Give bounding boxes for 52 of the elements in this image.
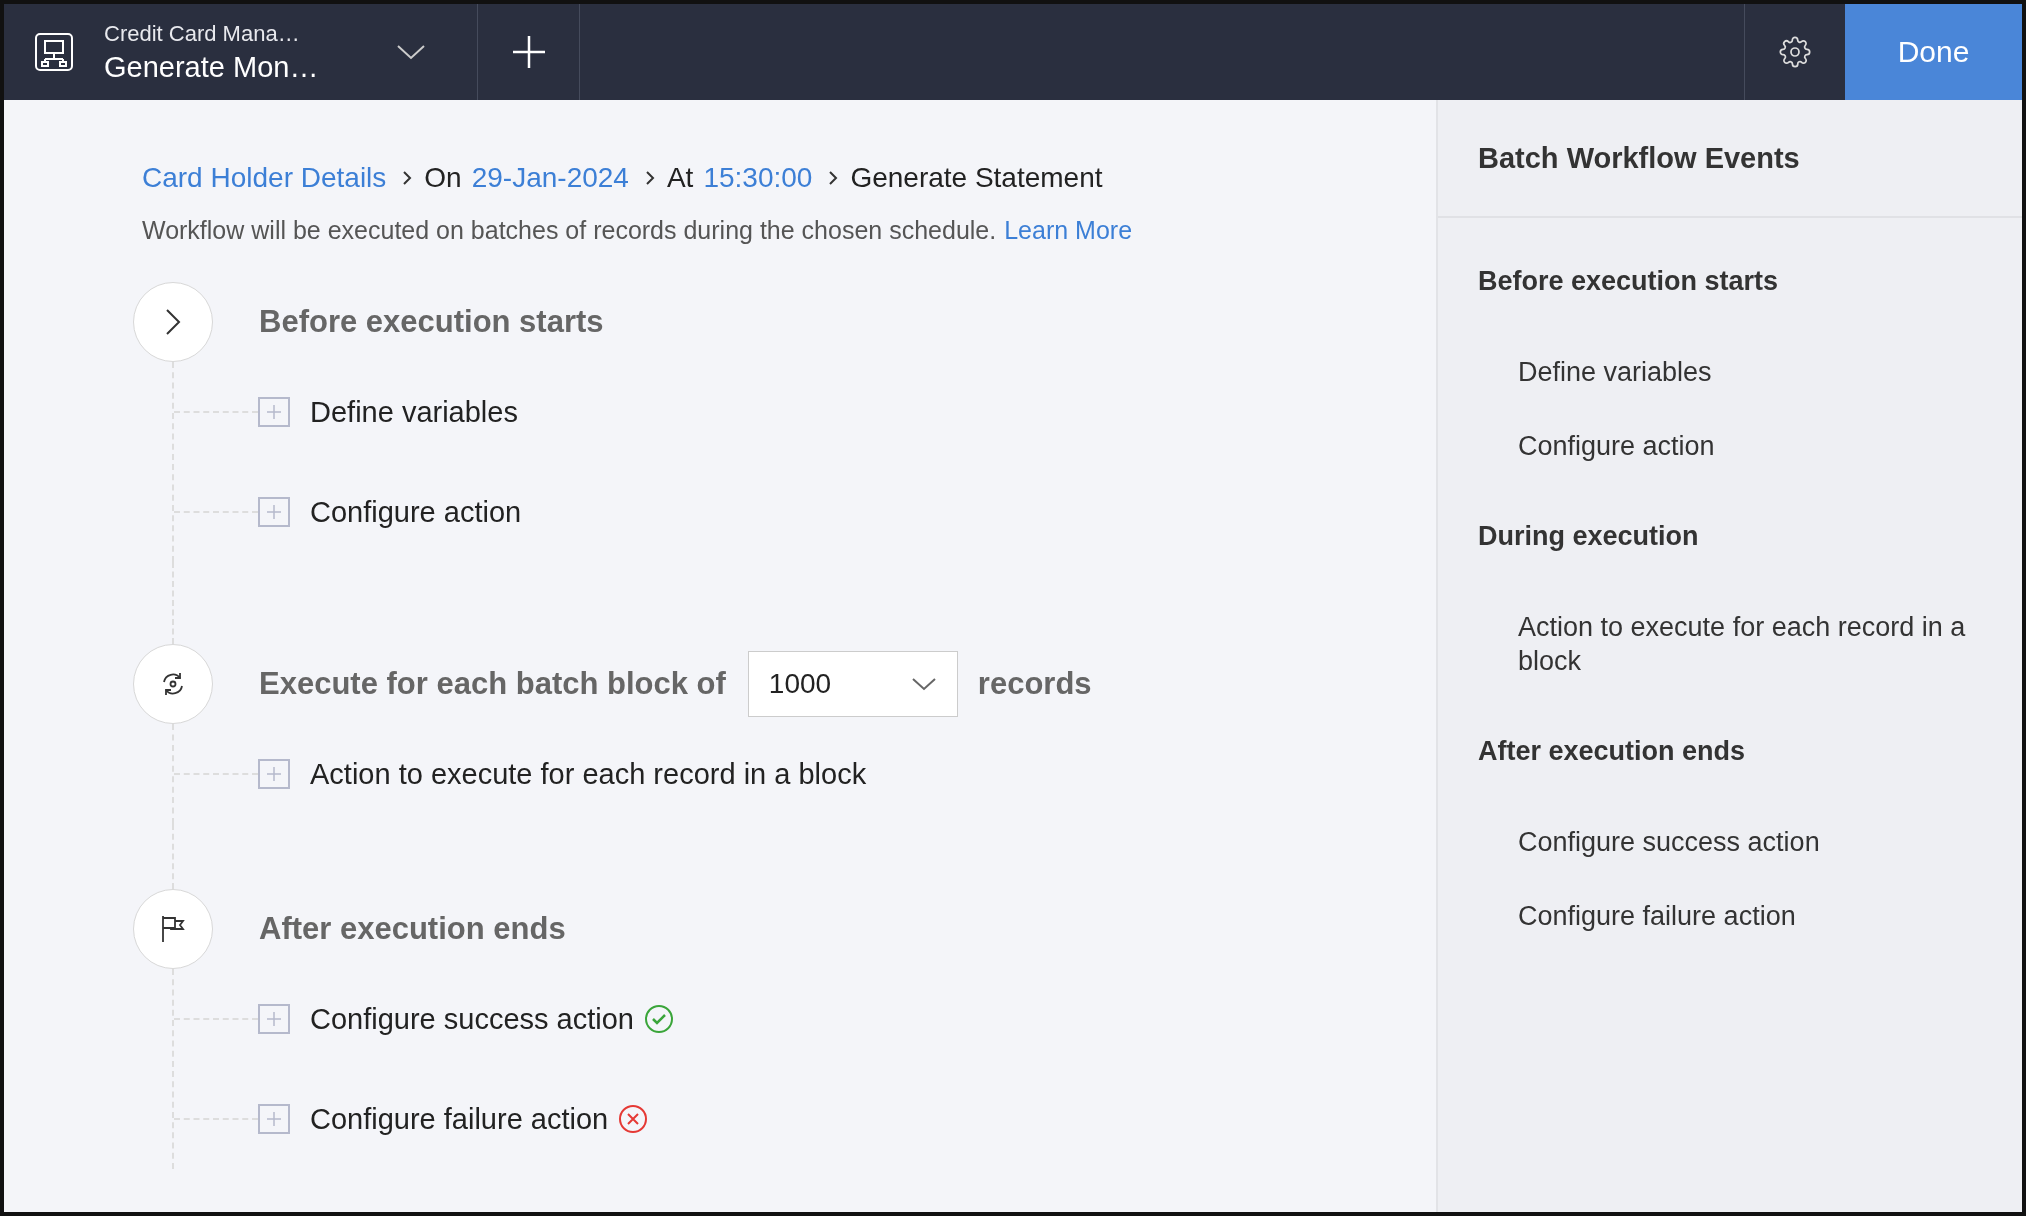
app-subtitle: Credit Card Mana… (104, 20, 301, 47)
chevron-right-icon (402, 170, 413, 186)
section-title: After execution ends (1478, 735, 1747, 768)
stage-title: Before execution starts (259, 304, 604, 340)
action-label: Define variables (310, 395, 518, 429)
plus-icon (266, 1011, 282, 1027)
breadcrumb-link[interactable]: 29-Jan-2024 (471, 162, 629, 194)
description-text: Workflow will be executed on batches of records during the chosen schedule. (142, 215, 997, 245)
learn-more-link[interactable]: Learn More (1004, 215, 1133, 245)
panel-title: Batch Workflow Events (1438, 100, 2022, 218)
settings-icon (1779, 36, 1811, 68)
action-label: Configure success action (310, 1002, 634, 1036)
action-label: Configure failure action (310, 1102, 609, 1136)
flag-icon (159, 914, 187, 944)
add-action-button[interactable] (258, 397, 290, 427)
plus-icon (266, 504, 282, 520)
add-action-button[interactable] (258, 497, 290, 527)
batch-size-select[interactable]: 1000 (747, 651, 958, 717)
error-circle-icon (618, 1104, 649, 1134)
event-link[interactable]: Configure failure action (1478, 879, 1992, 953)
records-label: records (977, 666, 1092, 702)
check-circle-icon (644, 1004, 674, 1034)
event-link[interactable]: Configure action (1478, 409, 1992, 483)
plus-icon (266, 404, 282, 420)
add-action-button[interactable] (258, 759, 290, 789)
event-link[interactable]: Define variables (1478, 335, 1992, 409)
chevron-down-icon (395, 44, 426, 60)
breadcrumb-label: At (666, 162, 694, 194)
event-link[interactable]: Configure success action (1478, 805, 1992, 879)
plus-icon (511, 35, 546, 69)
chevron-down-icon (910, 677, 937, 691)
breadcrumb-label: On (424, 162, 462, 194)
action-label: Action to execute for each record in a block (310, 757, 867, 791)
stage-title: Execute for each batch block of (259, 666, 726, 702)
section-title: During execution (1478, 520, 1700, 553)
chevron-right-icon (165, 308, 181, 336)
stage-title: After execution ends (259, 911, 566, 947)
done-button[interactable]: Done (1845, 4, 2022, 100)
chevron-right-icon (644, 170, 655, 186)
breadcrumb-label: Generate Statement (850, 162, 1103, 194)
plus-icon (266, 766, 282, 782)
add-action-button[interactable] (258, 1004, 290, 1034)
workflow-title: Generate Mon… (104, 50, 320, 84)
event-link[interactable]: Action to execute for each record in a block (1478, 590, 1992, 698)
section-title: Before execution starts (1478, 265, 1780, 298)
chevron-right-icon (828, 170, 839, 186)
breadcrumb-link[interactable]: Card Holder Details (142, 162, 387, 194)
plus-icon (266, 1111, 282, 1127)
add-action-button[interactable] (258, 1104, 290, 1134)
app-icon (33, 31, 75, 73)
action-label: Configure action (310, 495, 522, 529)
breadcrumb-link[interactable]: 15:30:00 (703, 162, 813, 194)
